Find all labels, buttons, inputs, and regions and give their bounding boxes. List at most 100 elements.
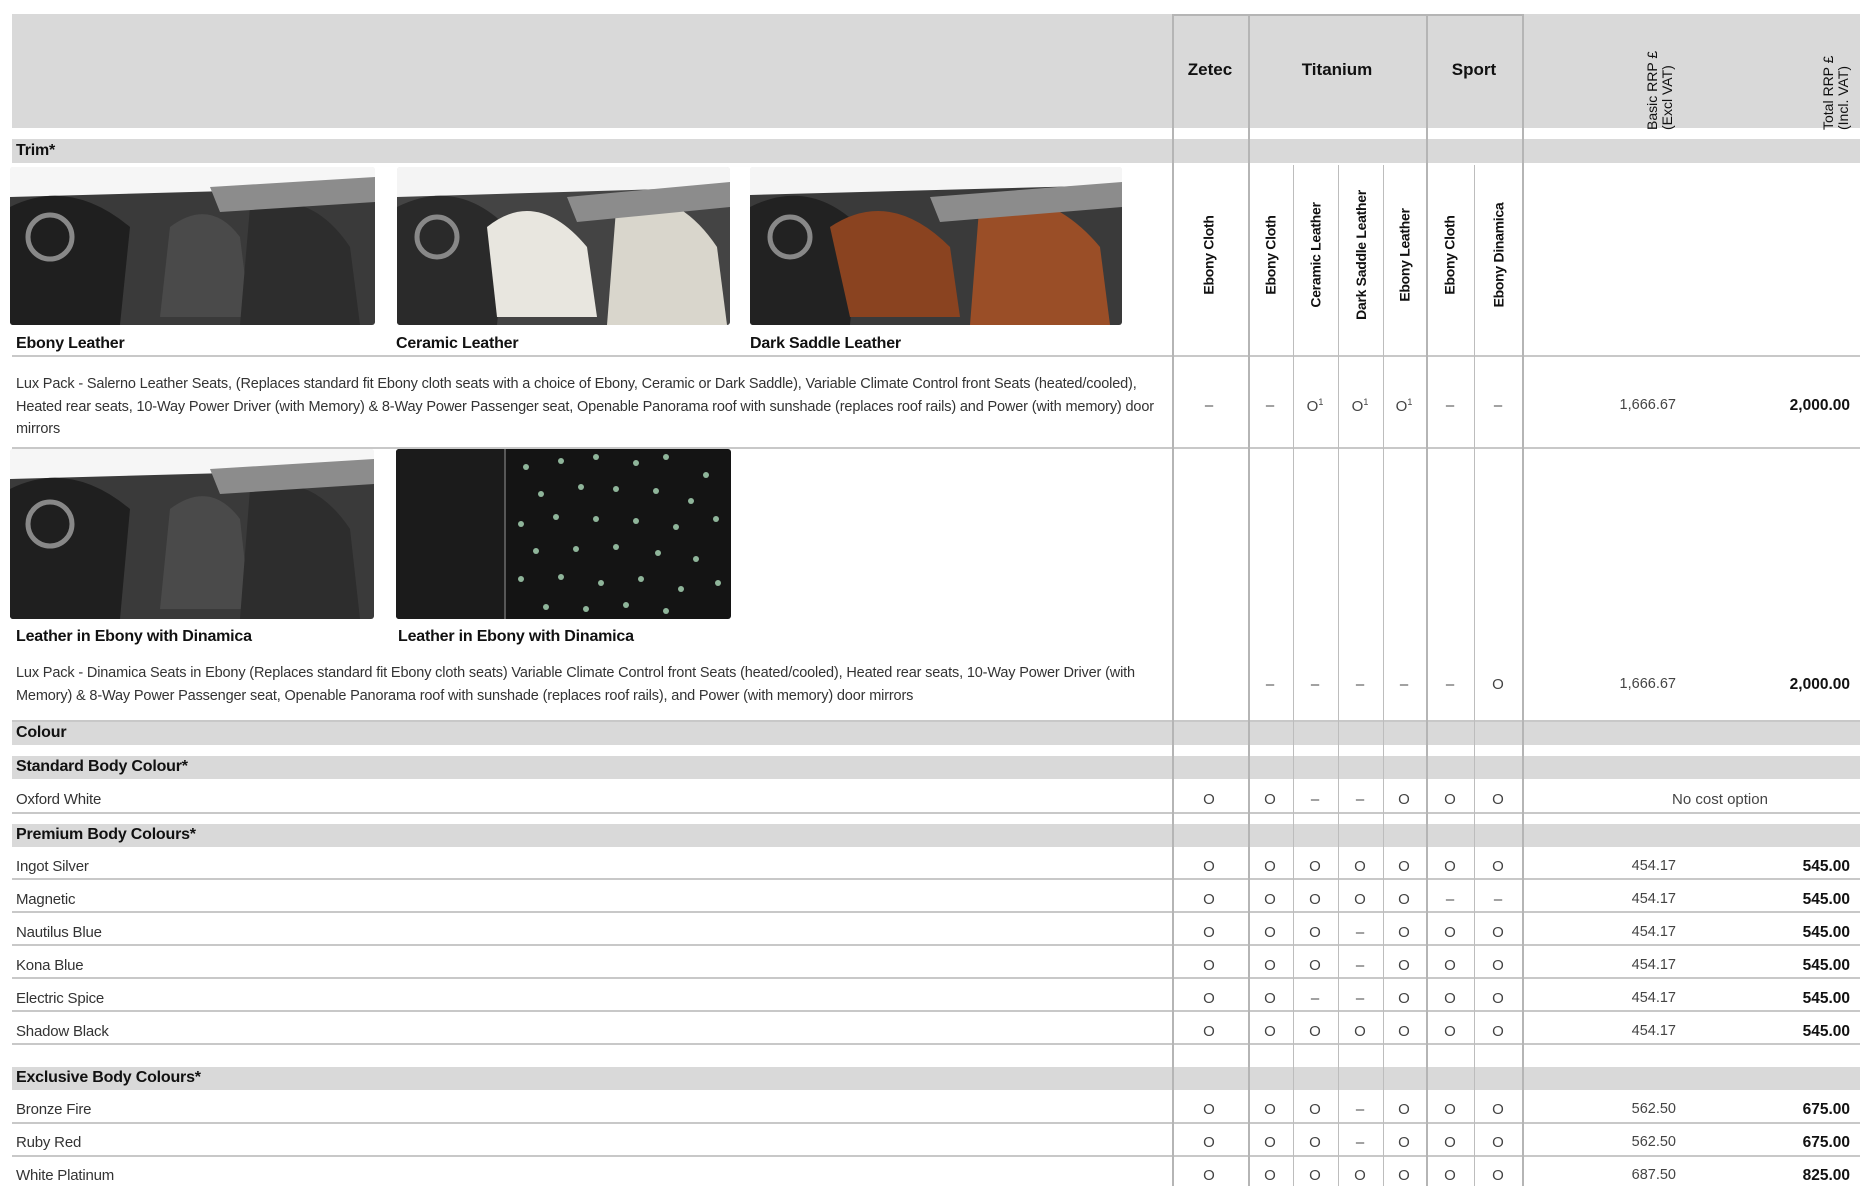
total-rrp-line1: Total RRP £	[1820, 55, 1836, 130]
basic-price: 454.17	[1631, 1023, 1676, 1039]
availability-cell: O	[1309, 1134, 1321, 1151]
availability-cell: O	[1444, 1023, 1456, 1040]
availability-cell: O	[1398, 1134, 1410, 1151]
lux1-cell: O1	[1306, 397, 1324, 415]
total-rrp-line2: (Incl. VAT)	[1835, 65, 1851, 130]
row-divider	[12, 1155, 1860, 1157]
total-price: 825.00	[1802, 1167, 1850, 1184]
availability-cell: –	[1310, 791, 1320, 808]
availability-cell: O	[1264, 858, 1276, 875]
availability-cell: –	[1493, 891, 1503, 908]
lux1-cell: O1	[1395, 397, 1413, 415]
basic-price: 562.50	[1631, 1134, 1676, 1150]
basic-price: 454.17	[1631, 858, 1676, 874]
row-divider	[12, 944, 1860, 946]
lux1-cell: –	[1445, 397, 1455, 414]
colour-name: Magnetic	[16, 891, 76, 908]
row-divider	[12, 1010, 1860, 1012]
availability-cell: O	[1444, 1167, 1456, 1184]
availability-cell: O	[1309, 1167, 1321, 1184]
availability-cell: O	[1492, 924, 1504, 941]
availability-cell: –	[1355, 924, 1365, 941]
lux2-basic-price: 1,666.67	[1619, 676, 1676, 692]
colour-name: Nautilus Blue	[16, 924, 102, 941]
lux2-cell: –	[1265, 676, 1275, 693]
trim-bar	[12, 139, 1860, 163]
colour-name: Shadow Black	[16, 1023, 109, 1040]
availability-cell: O	[1444, 1101, 1456, 1118]
availability-cell: O	[1264, 1023, 1276, 1040]
availability-cell: O	[1354, 1023, 1366, 1040]
availability-cell: O	[1444, 1134, 1456, 1151]
trim-col-2: Ebony Cloth	[1262, 215, 1279, 295]
availability-cell: O	[1309, 891, 1321, 908]
colour-label: Colour	[16, 724, 67, 741]
availability-cell: O	[1309, 1023, 1321, 1040]
standard-colour-bar	[12, 756, 1860, 779]
availability-cell: –	[1355, 791, 1365, 808]
availability-cell: O	[1203, 1023, 1215, 1040]
availability-cell: O	[1264, 1167, 1276, 1184]
colour-name: Ruby Red	[16, 1134, 82, 1151]
basic-rrp-line2: (Excl VAT)	[1659, 65, 1675, 130]
table-header	[12, 14, 1860, 128]
availability-cell: O	[1354, 891, 1366, 908]
availability-cell: O	[1444, 990, 1456, 1007]
availability-cell: O	[1309, 924, 1321, 941]
availability-cell: O	[1398, 891, 1410, 908]
colour-bar	[12, 721, 1860, 745]
availability-cell: O	[1203, 1101, 1215, 1118]
ebony-dinamica-photo	[10, 449, 374, 619]
exclusive-colour-bar	[12, 1067, 1860, 1090]
total-price: 545.00	[1802, 990, 1850, 1007]
lux1-cell: –	[1493, 397, 1503, 414]
lux1-total-price: 2,000.00	[1789, 397, 1850, 414]
availability-cell: –	[1355, 1134, 1365, 1151]
availability-cell: O	[1492, 1023, 1504, 1040]
lux-pack-1-description: Lux Pack - Salerno Leather Seats, (Repla…	[16, 376, 1154, 437]
availability-cell: O	[1309, 858, 1321, 875]
basic-price: 454.17	[1631, 891, 1676, 907]
availability-cell: O	[1398, 1167, 1410, 1184]
availability-cell: O	[1398, 924, 1410, 941]
availability-cell: O	[1354, 858, 1366, 875]
availability-cell: –	[1355, 957, 1365, 974]
row-divider	[12, 812, 1860, 814]
row-divider	[12, 878, 1860, 880]
colour-name: Kona Blue	[16, 957, 84, 974]
availability-cell: O	[1203, 924, 1215, 941]
availability-cell: O	[1203, 990, 1215, 1007]
lux2-cell: –	[1310, 676, 1320, 693]
basic-rrp-header: Basic RRP £ (Excl VAT)	[1625, 20, 1695, 130]
total-price: 545.00	[1802, 957, 1850, 974]
trim-col-3: Ceramic Leather	[1307, 202, 1324, 308]
lux-pack-2-description: Lux Pack - Dinamica Seats in Ebony (Repl…	[16, 665, 1135, 704]
availability-cell: O	[1354, 1167, 1366, 1184]
row-divider	[12, 911, 1860, 913]
colour-name: Electric Spice	[16, 990, 105, 1007]
total-price: 545.00	[1802, 858, 1850, 875]
availability-cell: O	[1264, 791, 1276, 808]
exclusive-colour-label: Exclusive Body Colours*	[16, 1069, 201, 1086]
basic-rrp-line1: Basic RRP £	[1644, 50, 1660, 130]
ceramic-leather-photo	[397, 167, 730, 325]
availability-cell: O	[1309, 957, 1321, 974]
availability-cell: O	[1444, 791, 1456, 808]
total-price: 675.00	[1802, 1134, 1850, 1151]
availability-cell: O	[1492, 1167, 1504, 1184]
group-header-sport: Sport	[1451, 60, 1497, 79]
availability-cell: –	[1355, 990, 1365, 1007]
photo-caption: Ceramic Leather	[396, 335, 519, 352]
availability-cell: O	[1398, 791, 1410, 808]
availability-cell: O	[1203, 791, 1215, 808]
standard-colour-label: Standard Body Colour*	[16, 758, 188, 775]
availability-cell: O	[1264, 891, 1276, 908]
availability-cell: –	[1355, 1101, 1365, 1118]
availability-cell: O	[1492, 990, 1504, 1007]
group-header-titanium: Titanium	[1301, 60, 1373, 79]
lux1-cell: O1	[1351, 397, 1369, 415]
column-divider	[1522, 14, 1524, 1186]
availability-cell: O	[1264, 1101, 1276, 1118]
availability-cell: O	[1203, 1134, 1215, 1151]
availability-cell: O	[1264, 924, 1276, 941]
